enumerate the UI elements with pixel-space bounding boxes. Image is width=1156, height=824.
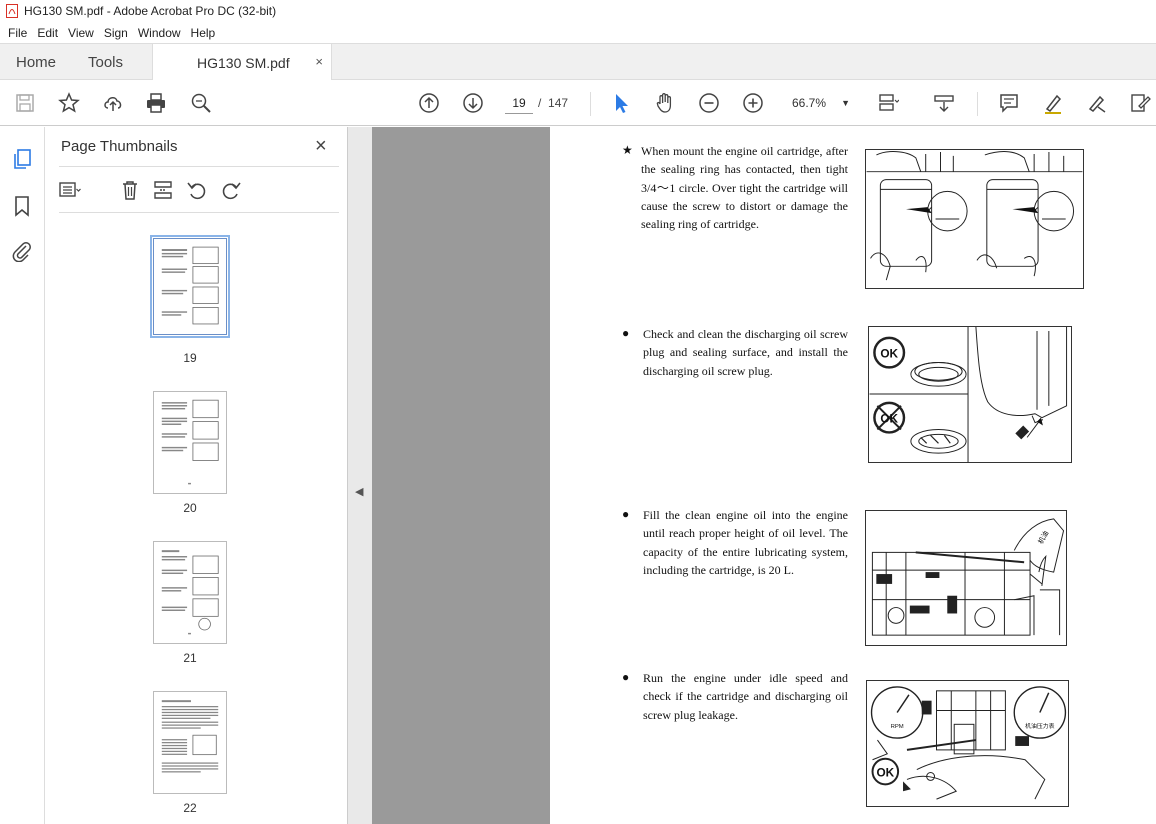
toolbar-divider — [590, 92, 591, 116]
zoom-in-icon[interactable] — [741, 91, 765, 115]
page-thumbnail[interactable] — [153, 691, 227, 794]
bullet-marker: ● — [622, 670, 630, 684]
divider — [59, 212, 339, 213]
close-tab-icon[interactable]: × — [315, 54, 323, 69]
hand-tool-icon[interactable] — [653, 91, 677, 115]
paragraph: Fill the clean engine oil into the engin… — [643, 508, 848, 577]
zoom-out-icon[interactable] — [697, 91, 721, 115]
page-total: 147 — [548, 96, 569, 110]
tab-bar: Home Tools HG130 SM.pdf × — [0, 43, 1156, 81]
page-number-input[interactable]: 19 — [505, 92, 533, 114]
tab-document-label: HG130 SM.pdf — [197, 54, 290, 71]
acrobat-icon — [6, 4, 18, 18]
delete-page-icon[interactable] — [119, 179, 141, 201]
save-icon[interactable] — [13, 91, 37, 115]
menu-edit[interactable]: Edit — [33, 26, 64, 40]
bullet-marker: ● — [622, 326, 630, 340]
thumbnail-label: 22 — [183, 801, 197, 815]
draw-sign-icon[interactable] — [1085, 91, 1109, 115]
page-thumbnails-icon[interactable] — [11, 148, 35, 172]
rotate-ccw-icon[interactable] — [186, 179, 208, 201]
rotate-cw-icon[interactable] — [220, 179, 242, 201]
page-count: / 147 — [538, 92, 568, 114]
paragraph: When mount the engine oil cartridge, aft… — [641, 144, 848, 232]
chevron-down-icon: ▼ — [841, 98, 850, 108]
toolbar-divider — [977, 92, 978, 116]
ok-label: OK — [876, 765, 894, 779]
menu-sign[interactable]: Sign — [100, 26, 134, 40]
page-thumbnail[interactable] — [153, 541, 227, 644]
document-viewport[interactable]: ★ When mount the engine oil cartridge, a… — [372, 127, 1156, 824]
cartridge-mounting-figure — [865, 149, 1084, 289]
oil-fill-figure: 机油 — [865, 510, 1067, 646]
paragraph: Check and clean the discharging oil scre… — [643, 327, 848, 378]
panel-title: Page Thumbnails — [61, 138, 178, 155]
thumbnail-toolbar — [59, 179, 339, 203]
oil-can-label: 机油 — [1036, 529, 1051, 546]
page-up-icon[interactable] — [417, 91, 441, 115]
pdf-page: ★ When mount the engine oil cartridge, a… — [550, 127, 1156, 824]
thumbnail-label: 21 — [183, 651, 197, 665]
collapse-arrow-icon: ◀ — [355, 486, 364, 498]
scroll-mode-icon[interactable] — [932, 91, 956, 115]
window-title: HG130 SM.pdf - Adobe Acrobat Pro DC (32-… — [24, 4, 277, 18]
bullet-marker: ● — [622, 507, 630, 521]
page-down-icon[interactable] — [461, 91, 485, 115]
bookmark-star-icon[interactable] — [57, 91, 81, 115]
idle-check-figure: RPM 机油压力表 OK — [866, 680, 1069, 807]
rpm-label: RPM — [891, 724, 904, 730]
menu-bar: File Edit View Sign Window Help — [0, 22, 1156, 43]
tab-tools[interactable]: Tools — [88, 44, 123, 80]
navigation-rail — [0, 127, 45, 824]
options-menu-icon[interactable] — [59, 179, 81, 201]
menu-file[interactable]: File — [4, 26, 33, 40]
bookmarks-icon[interactable] — [11, 195, 35, 219]
upload-cloud-icon[interactable] — [101, 91, 125, 115]
comment-icon[interactable] — [997, 91, 1021, 115]
paragraph: Run the engine under idle speed and chec… — [643, 671, 848, 722]
page-separator: / — [538, 96, 542, 110]
drain-plug-figure: OK OK — [868, 326, 1072, 463]
ng-label: OK — [880, 412, 898, 426]
divider — [59, 166, 339, 167]
main-toolbar: 19 / 147 66.7% ▼ — [0, 80, 1156, 126]
pressure-gauge-label: 机油压力表 — [1025, 722, 1055, 730]
fill-sign-icon[interactable] — [1128, 91, 1152, 115]
page-display-icon[interactable] — [876, 91, 900, 115]
find-zoom-icon[interactable] — [189, 91, 213, 115]
menu-window[interactable]: Window — [134, 26, 187, 40]
thumbnail-label: 19 — [183, 351, 197, 365]
page-thumbnail[interactable] — [153, 391, 227, 494]
select-cursor-icon[interactable] — [609, 91, 633, 115]
highlight-pen-icon[interactable] — [1041, 91, 1065, 115]
print-icon[interactable] — [144, 91, 168, 115]
zoom-value: 66.7% — [792, 96, 827, 110]
ok-label: OK — [880, 347, 898, 361]
close-panel-icon[interactable]: × — [315, 136, 327, 156]
thumbnail-label: 20 — [183, 501, 197, 515]
menu-help[interactable]: Help — [187, 26, 222, 40]
menu-view[interactable]: View — [64, 26, 100, 40]
panel-collapse-handle[interactable]: ◀ — [348, 127, 372, 824]
star-marker: ★ — [622, 143, 633, 157]
attachments-icon[interactable] — [11, 240, 35, 264]
insert-page-icon[interactable] — [152, 179, 174, 201]
tab-home[interactable]: Home — [16, 44, 56, 80]
tab-document[interactable]: HG130 SM.pdf × — [152, 44, 332, 81]
thumbnails-panel: Page Thumbnails × 19 20 21 22 ▲ — [45, 127, 390, 824]
title-bar: HG130 SM.pdf - Adobe Acrobat Pro DC (32-… — [0, 0, 1156, 22]
page-thumbnail[interactable] — [150, 235, 230, 338]
zoom-dropdown[interactable]: 66.7% ▼ — [784, 92, 854, 114]
